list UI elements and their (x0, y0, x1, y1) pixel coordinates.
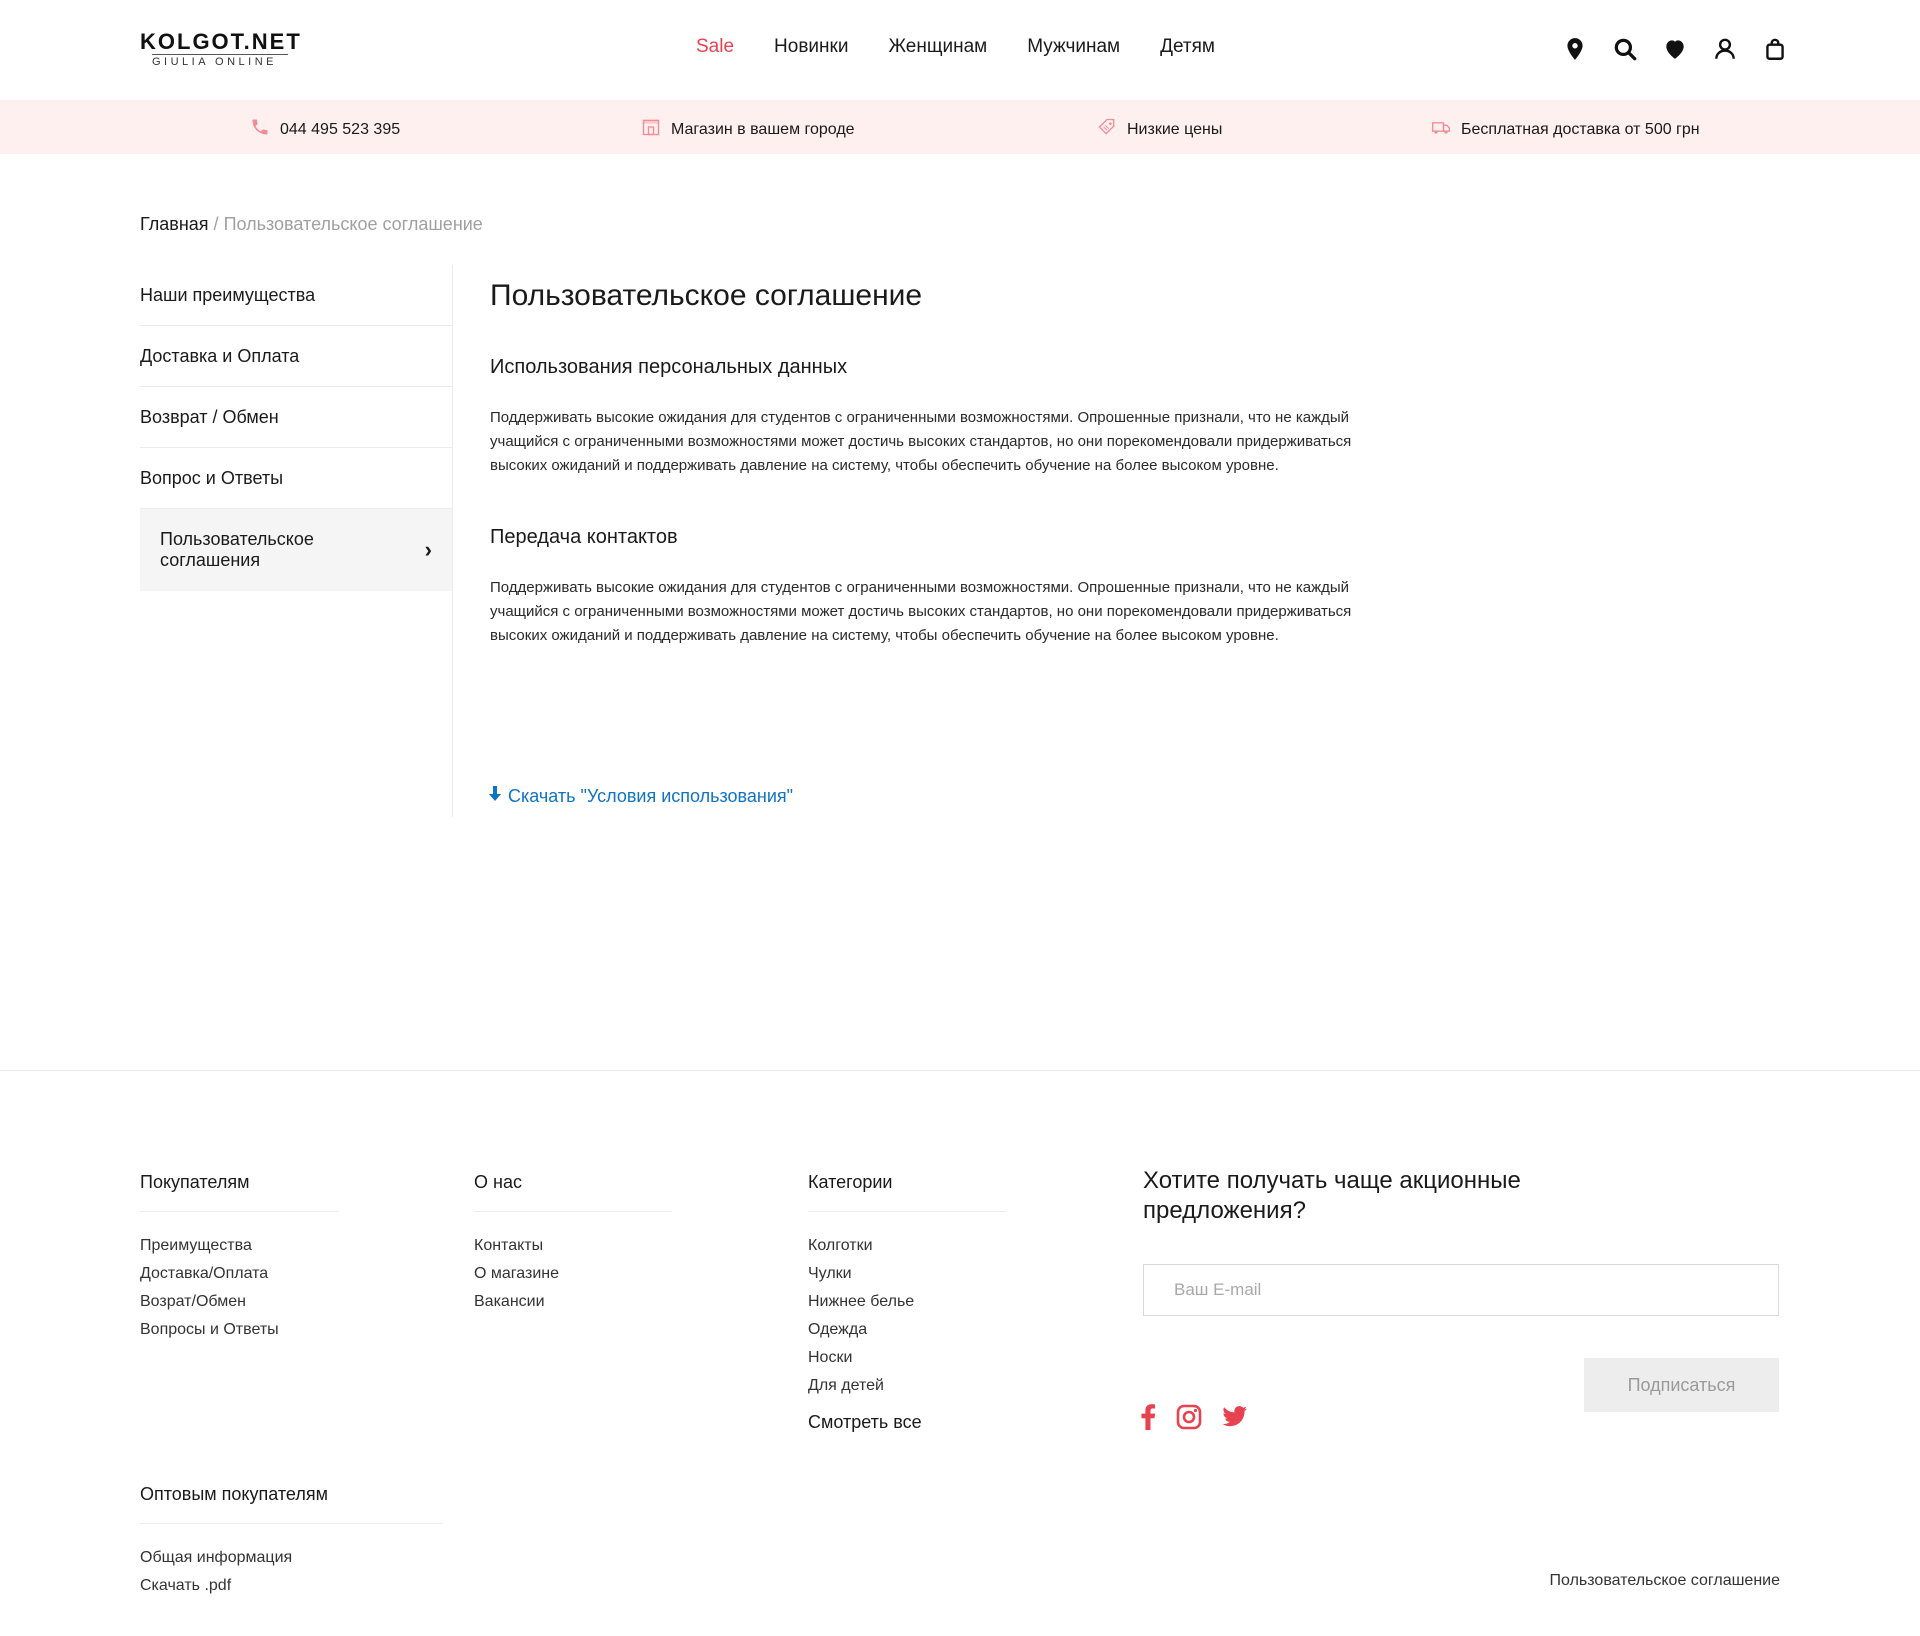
footer-col-about: О нас Контакты О магазине Вакансии (474, 1172, 672, 1316)
location-icon[interactable] (1562, 36, 1588, 62)
info-store[interactable]: Магазин в вашем городе (641, 117, 855, 142)
breadcrumb-separator: / (213, 214, 219, 234)
newsletter-title: Хотите получать чаще акционные предложен… (1143, 1167, 1521, 1224)
footer-link[interactable]: Доставка/Оплата (140, 1260, 338, 1288)
footer-col-title: Оптовым покупателям (140, 1484, 443, 1524)
page-title: Пользовательское соглашение (490, 279, 923, 312)
info-prices[interactable]: Низкие цены (1097, 117, 1222, 142)
section-text-personal-data: Поддерживать высокие ожидания для студен… (490, 409, 1352, 474)
sidebar: Наши преимущества Доставка и Оплата Возв… (140, 265, 452, 591)
sidebar-item-label: Вопрос и Ответы (140, 467, 284, 488)
footer-link[interactable]: Нижнее белье (808, 1288, 1006, 1316)
logo-sub-text: GIULIA ONLINE (152, 54, 288, 68)
footer-link[interactable]: Вакансии (474, 1288, 672, 1316)
footer-divider (0, 1070, 1920, 1071)
nav-sale[interactable]: Sale (696, 36, 734, 58)
facebook-icon[interactable] (1140, 1404, 1156, 1430)
footer-link[interactable]: Чулки (808, 1260, 1006, 1288)
nav-kids[interactable]: Детям (1160, 36, 1215, 58)
footer-col-categories: Категории Колготки Чулки Нижнее белье Од… (808, 1172, 1006, 1433)
sidebar-item-returns[interactable]: Возврат / Обмен (140, 387, 452, 448)
footer-link[interactable]: Вопросы и Ответы (140, 1316, 338, 1344)
sidebar-item-advantages[interactable]: Наши преимущества (140, 265, 452, 326)
download-link-label: Скачать "Условия использования" (508, 786, 794, 806)
footer-see-all-link[interactable]: Смотреть все (808, 1412, 1006, 1433)
info-delivery-text: Бесплатная доставка от 500 грн (1461, 120, 1700, 138)
chevron-right-icon: › (424, 537, 432, 562)
nav-men[interactable]: Мужчинам (1027, 36, 1120, 58)
footer-col-title: О нас (474, 1172, 672, 1212)
footer-link[interactable]: Возрат/Обмен (140, 1288, 338, 1316)
sidebar-item-label: Доставка и Оплата (140, 345, 300, 366)
subscribe-button[interactable]: Подписаться (1584, 1358, 1779, 1412)
sidebar-item-user-agreement[interactable]: Пользовательское соглашения › (140, 509, 452, 591)
logo-main-text: KOLGOT.NET (140, 29, 302, 54)
footer-link[interactable]: Для детей (808, 1372, 1006, 1400)
info-delivery[interactable]: Бесплатная доставка от 500 грн (1431, 117, 1700, 142)
truck-icon (1431, 117, 1451, 142)
footer-col-title: Категории (808, 1172, 1006, 1212)
phone-icon (250, 117, 270, 142)
logo[interactable]: KOLGOT.NET GIULIA ONLINE (140, 29, 302, 69)
instagram-icon[interactable] (1176, 1404, 1202, 1430)
email-input[interactable] (1143, 1264, 1779, 1316)
sidebar-item-label: Пользовательское соглашения (160, 529, 314, 570)
footer-link[interactable]: Колготки (808, 1232, 1006, 1260)
footer-link[interactable]: Одежда (808, 1316, 1006, 1344)
breadcrumb-current: Пользовательское соглашение (223, 214, 483, 234)
footer-user-agreement-link[interactable]: Пользовательское соглашение (1550, 1572, 1780, 1590)
breadcrumb-home[interactable]: Главная (140, 214, 209, 234)
footer-col-wholesale: Оптовым покупателям Общая информация Ска… (140, 1484, 443, 1600)
download-arrow-icon (488, 786, 502, 807)
sidebar-item-label: Возврат / Обмен (140, 406, 279, 427)
footer-link[interactable]: Носки (808, 1344, 1006, 1372)
main-content: Пользовательское соглашение Использовани… (490, 276, 1390, 648)
sidebar-item-delivery[interactable]: Доставка и Оплата (140, 326, 452, 387)
store-icon (641, 117, 661, 142)
user-icon[interactable] (1712, 36, 1738, 62)
footer-link[interactable]: Преимущества (140, 1232, 338, 1260)
footer-link[interactable]: Контакты (474, 1232, 672, 1260)
search-icon[interactable] (1612, 36, 1638, 62)
footer-link[interactable]: Скачать .pdf (140, 1572, 443, 1600)
download-terms-link[interactable]: Скачать "Условия использования" (488, 786, 793, 807)
footer-col-buyers: Покупателям Преимущества Доставка/Оплата… (140, 1172, 338, 1344)
section-title-contacts: Передача контактов (490, 526, 678, 548)
price-tag-icon (1097, 117, 1117, 142)
main-nav: Sale Новинки Женщинам Мужчинам Детям (696, 36, 1215, 58)
section-text-contacts: Поддерживать высокие ожидания для студен… (490, 579, 1352, 644)
nav-new[interactable]: Новинки (774, 36, 848, 58)
heart-icon[interactable] (1662, 36, 1688, 62)
breadcrumb: Главная / Пользовательское соглашение (140, 214, 483, 235)
nav-women[interactable]: Женщинам (888, 36, 987, 58)
section-title-personal-data: Использования персональных данных (490, 356, 848, 378)
info-phone-text: 044 495 523 395 (280, 120, 401, 138)
sidebar-divider (452, 265, 453, 817)
info-store-text: Магазин в вашем городе (671, 120, 855, 138)
sidebar-item-faq[interactable]: Вопрос и Ответы (140, 448, 452, 509)
info-prices-text: Низкие цены (1127, 120, 1223, 138)
twitter-icon[interactable] (1222, 1406, 1248, 1428)
sidebar-item-label: Наши преимущества (140, 284, 316, 305)
footer-link[interactable]: О магазине (474, 1260, 672, 1288)
footer-link[interactable]: Общая информация (140, 1544, 443, 1572)
social-links (1140, 1404, 1248, 1430)
footer-col-title: Покупателям (140, 1172, 338, 1212)
bag-icon[interactable] (1762, 36, 1788, 62)
header-icons (1562, 36, 1788, 62)
info-bar: 044 495 523 395 Магазин в вашем городе Н… (0, 100, 1920, 154)
info-phone[interactable]: 044 495 523 395 (250, 117, 400, 142)
